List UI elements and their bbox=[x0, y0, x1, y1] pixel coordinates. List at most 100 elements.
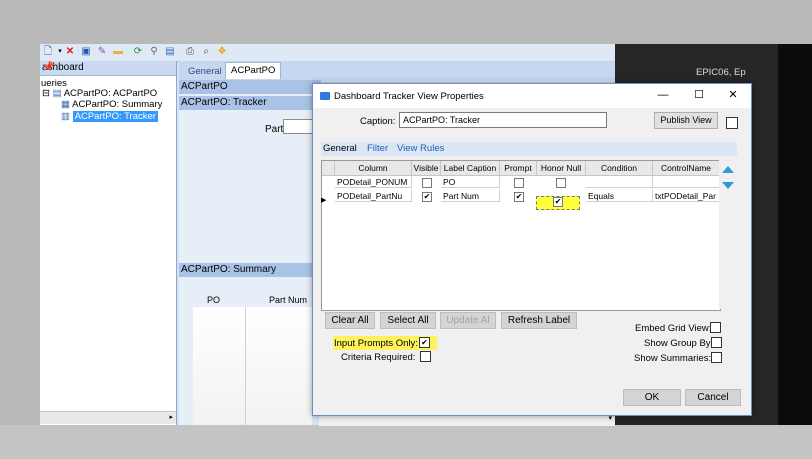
horizontal-scrollbar[interactable]: ▸ bbox=[40, 411, 176, 424]
visible-checkbox[interactable] bbox=[422, 192, 432, 202]
prompt-checkbox[interactable] bbox=[514, 178, 524, 188]
prompt-checkbox[interactable] bbox=[514, 192, 524, 202]
column-header-partnum[interactable]: Part Num bbox=[269, 295, 307, 305]
embed-grid-view-checkbox[interactable] bbox=[710, 322, 721, 333]
input-prompts-only-label: Input Prompts Only: bbox=[334, 338, 418, 349]
tab-filter[interactable]: Filter bbox=[367, 143, 388, 154]
brush-icon[interactable]: ✎ bbox=[96, 46, 108, 58]
close-button[interactable]: ✕ bbox=[723, 88, 743, 102]
print-icon[interactable]: ⎙ bbox=[184, 46, 196, 58]
tree-node-label: ACPartPO: Tracker bbox=[72, 111, 158, 122]
dialog-title: Dashboard Tracker View Properties bbox=[334, 91, 484, 102]
cell-controlname[interactable]: txtPODetail_Par bbox=[653, 190, 720, 202]
partnum-input[interactable] bbox=[283, 119, 313, 134]
input-prompts-only-checkbox[interactable]: ✔ bbox=[419, 337, 430, 348]
update-all-button[interactable]: Update Al bbox=[440, 312, 496, 329]
show-summaries-checkbox[interactable] bbox=[711, 352, 722, 363]
tree-node-acpartpo[interactable]: ⊟ ▤ ACPartPO: ACPartPO bbox=[42, 88, 157, 99]
folder-icon[interactable]: ▬ bbox=[112, 46, 124, 58]
honor-null-checkbox[interactable] bbox=[556, 178, 566, 188]
favorite-icon[interactable]: ❖ bbox=[216, 46, 228, 58]
current-row-indicator-icon: ▶ bbox=[321, 197, 327, 204]
column-header-visible[interactable]: Visible bbox=[412, 161, 441, 176]
cell-column[interactable]: PODetail_PONUM bbox=[335, 176, 412, 188]
delete-icon[interactable]: ✕ bbox=[64, 46, 76, 58]
tracker-view-properties-dialog: Dashboard Tracker View Properties — ☐ ✕ … bbox=[312, 83, 752, 416]
panel-header-summary: ACPartPO: Summary bbox=[179, 263, 321, 277]
new-icon[interactable]: 🗋 bbox=[42, 46, 54, 58]
caption-label: Caption: bbox=[360, 116, 396, 127]
grid-vertical-scrollbar[interactable] bbox=[719, 160, 737, 309]
column-header-honor-null[interactable]: Honor Null bbox=[537, 161, 586, 176]
properties-icon[interactable]: ▤ bbox=[164, 46, 176, 58]
desktop-background-left bbox=[0, 44, 40, 425]
publish-view-button[interactable]: Publish View bbox=[654, 112, 718, 129]
visible-checkbox[interactable] bbox=[422, 178, 432, 188]
clear-all-button[interactable]: Clear All bbox=[325, 312, 375, 329]
cell-condition[interactable] bbox=[586, 176, 653, 188]
tree-node-summary[interactable]: ▦ ACPartPO: Summary bbox=[61, 99, 162, 110]
environment-label: EPIC06, Ep bbox=[696, 67, 746, 78]
refresh-label-button[interactable]: Refresh Label bbox=[501, 312, 577, 329]
tree-pane: ashboard 📌 ueries ⊟ ▤ ACPartPO: ACPartPO… bbox=[40, 61, 177, 425]
expand-icon[interactable]: ⊟ bbox=[42, 88, 50, 99]
embed-grid-view-label: Embed Grid View: bbox=[635, 323, 712, 334]
pin-icon[interactable]: 📌 bbox=[42, 62, 172, 73]
link-icon[interactable]: ⚲ bbox=[148, 46, 160, 58]
tab-general[interactable]: General bbox=[323, 143, 357, 154]
ok-button[interactable]: OK bbox=[623, 389, 681, 406]
query-icon: ▤ bbox=[52, 88, 62, 99]
cell-condition[interactable]: Equals bbox=[586, 190, 653, 202]
tracker-view-icon: ▥ bbox=[61, 111, 70, 122]
column-header-po[interactable]: PO bbox=[207, 295, 220, 305]
scroll-right-icon[interactable]: ▸ bbox=[169, 413, 173, 421]
caption-input[interactable]: ACPartPO: Tracker bbox=[399, 112, 607, 128]
desktop-background-top bbox=[0, 0, 812, 44]
desktop-background-bottom bbox=[0, 425, 812, 459]
show-group-by-label: Show Group By: bbox=[644, 338, 714, 349]
show-summaries-label: Show Summaries: bbox=[634, 353, 712, 364]
dashboard-content: ACPartPO ACPartPO: Tracker Part Num ACPa… bbox=[179, 80, 321, 425]
cell-column[interactable]: PODetail_PartNu bbox=[335, 190, 412, 202]
column-header-controlname[interactable]: ControlName bbox=[653, 161, 720, 176]
scroll-down-icon[interactable] bbox=[722, 182, 734, 189]
grid-divider bbox=[245, 307, 246, 425]
tab-general[interactable]: General bbox=[183, 64, 227, 80]
refresh-icon[interactable]: ⟳ bbox=[132, 46, 144, 58]
column-header-column[interactable]: Column bbox=[335, 161, 412, 176]
column-header-condition[interactable]: Condition bbox=[586, 161, 653, 176]
tab-view-rules[interactable]: View Rules bbox=[397, 143, 444, 154]
dialog-titlebar[interactable]: Dashboard Tracker View Properties — ☐ ✕ bbox=[313, 84, 751, 108]
summary-grid-body bbox=[193, 307, 312, 425]
dialog-app-icon bbox=[320, 92, 330, 100]
save-icon[interactable]: ▣ bbox=[80, 46, 92, 58]
column-header-prompt[interactable]: Prompt bbox=[500, 161, 537, 176]
publish-view-checkbox[interactable] bbox=[726, 117, 738, 129]
minimize-button[interactable]: — bbox=[653, 88, 673, 102]
maximize-button[interactable]: ☐ bbox=[689, 88, 709, 102]
cell-label-caption[interactable]: Part Num bbox=[441, 190, 500, 202]
tab-acpartpo[interactable]: ACPartPO bbox=[225, 62, 282, 79]
show-group-by-checkbox[interactable] bbox=[711, 337, 722, 348]
tree-node-label: ACPartPO: ACPartPO bbox=[63, 88, 158, 99]
criteria-required-checkbox[interactable] bbox=[420, 351, 431, 362]
summary-grid-header: PO Part Num bbox=[193, 293, 312, 308]
tree-node-tracker[interactable]: ▥ ACPartPO: Tracker bbox=[61, 111, 158, 122]
panel-header-tracker: ACPartPO: Tracker bbox=[179, 96, 321, 110]
grid-view-icon: ▦ bbox=[61, 99, 70, 110]
honor-null-checkbox[interactable] bbox=[553, 197, 563, 207]
screen-edge bbox=[778, 44, 812, 425]
select-all-button[interactable]: Select All bbox=[380, 312, 436, 329]
preview-icon[interactable]: ⌕ bbox=[200, 46, 212, 58]
column-header-label-caption[interactable]: Label Caption bbox=[441, 161, 500, 176]
cell-controlname[interactable] bbox=[653, 176, 720, 188]
tree-node-label: ACPartPO: Summary bbox=[72, 99, 163, 110]
cancel-button[interactable]: Cancel bbox=[685, 389, 741, 406]
scroll-up-icon[interactable] bbox=[722, 166, 734, 173]
tree-header: ashboard 📌 bbox=[40, 61, 176, 76]
columns-grid: Column Visible Label Caption Prompt Hono… bbox=[321, 160, 721, 311]
cell-label-caption[interactable]: PO bbox=[441, 176, 500, 188]
row-indicator-header bbox=[322, 161, 335, 176]
dialog-tab-strip: General Filter View Rules bbox=[321, 142, 737, 156]
criteria-required-label: Criteria Required: bbox=[341, 352, 416, 363]
